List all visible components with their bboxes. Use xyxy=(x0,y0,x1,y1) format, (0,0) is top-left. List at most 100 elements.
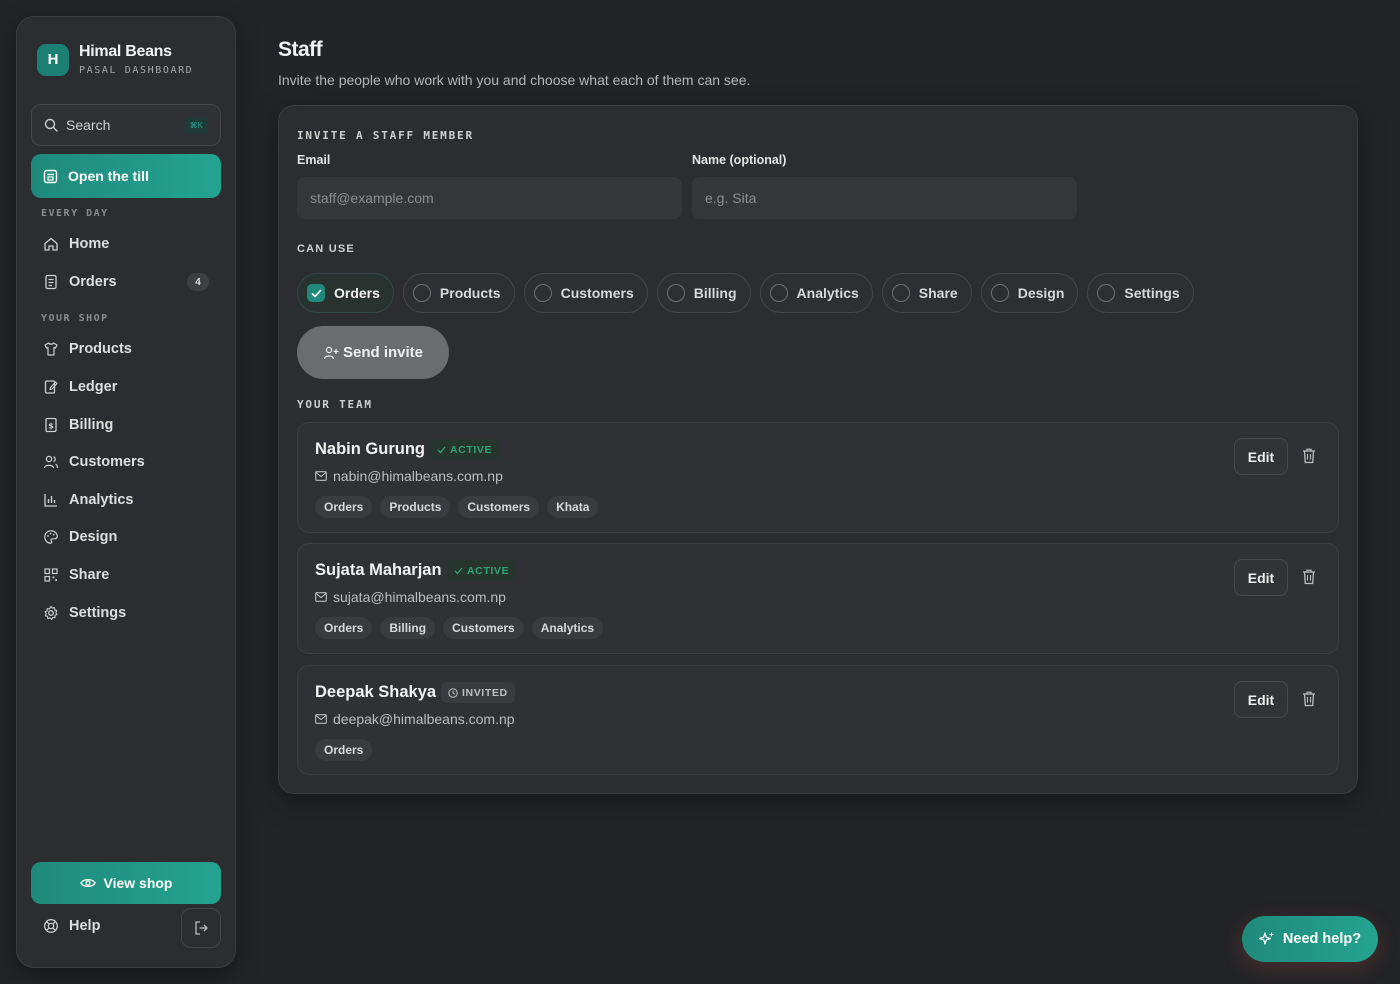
email-field[interactable] xyxy=(297,177,682,219)
checkbox-empty-icon xyxy=(533,284,552,302)
send-invite-button[interactable]: Send invite xyxy=(297,326,449,379)
permission-tag: Orders xyxy=(315,617,373,639)
check-icon xyxy=(454,567,463,575)
sidebar-item-design[interactable]: Design xyxy=(31,520,221,554)
member-name: Deepak Shakya xyxy=(315,683,437,701)
member-name: Sujata Maharjan xyxy=(315,561,442,579)
status-badge: ACTIVE xyxy=(430,439,500,460)
permission-tag: Khata xyxy=(547,496,599,518)
invite-heading: INVITE A STAFF MEMBER xyxy=(297,129,474,142)
section-every-day: EVERY DAY xyxy=(41,208,109,219)
permission-chip-orders[interactable]: Orders xyxy=(297,273,394,313)
permission-tag: Products xyxy=(380,496,451,518)
page-subtitle: Invite the people who work with you and … xyxy=(278,72,751,88)
sidebar-item-home[interactable]: Home xyxy=(31,227,221,261)
eye-icon xyxy=(79,877,96,889)
home-icon xyxy=(43,236,59,252)
section-your-shop: YOUR SHOP xyxy=(41,313,109,324)
permission-chip-share[interactable]: Share xyxy=(881,273,972,313)
sidebar-item-billing[interactable]: $ Billing xyxy=(31,408,221,442)
sidebar-item-ledger[interactable]: Ledger xyxy=(31,370,221,404)
sidebar-item-customers[interactable]: Customers xyxy=(31,445,221,479)
trash-icon[interactable] xyxy=(1301,690,1317,708)
lifebuoy-icon xyxy=(43,918,59,934)
help-link[interactable]: Help xyxy=(43,918,100,934)
need-help-label: Need help? xyxy=(1282,931,1362,947)
can-use-label: CAN USE xyxy=(297,243,355,255)
permission-chip-settings[interactable]: Settings xyxy=(1087,273,1194,313)
member-permissions: Orders xyxy=(315,739,373,761)
logout-icon xyxy=(193,920,209,936)
permission-label: Customers xyxy=(560,285,634,301)
mail-icon xyxy=(315,714,327,724)
qr-icon xyxy=(43,567,59,583)
checkbox-empty-icon xyxy=(891,284,910,302)
permission-tag: Orders xyxy=(315,739,373,761)
edit-member-button[interactable]: Edit xyxy=(1234,438,1288,475)
member-email: nabin@himalbeans.com.np xyxy=(315,468,503,484)
brand[interactable]: H Himal Beans PASAL DASHBOARD xyxy=(37,43,193,76)
member-name: Nabin Gurung xyxy=(315,440,425,458)
checkbox-empty-icon xyxy=(769,284,788,302)
sparkle-icon xyxy=(1258,931,1275,947)
sidebar-item-products[interactable]: Products xyxy=(31,332,221,366)
checkbox-empty-icon xyxy=(1097,284,1116,302)
permission-chip-analytics[interactable]: Analytics xyxy=(759,273,873,313)
mail-icon xyxy=(315,471,327,481)
gear-icon xyxy=(43,605,59,621)
member-email-text: deepak@himalbeans.com.np xyxy=(333,711,515,727)
search-shortcut: ⌘K xyxy=(184,116,208,134)
permission-chip-customers[interactable]: Customers xyxy=(523,273,648,313)
status-text: ACTIVE xyxy=(450,443,493,456)
sidebar-item-label: Customers xyxy=(69,454,145,470)
edit-member-button[interactable]: Edit xyxy=(1234,681,1288,718)
permission-tag: Customers xyxy=(458,496,540,518)
permission-label: Share xyxy=(918,285,958,301)
sidebar-item-label: Home xyxy=(69,236,110,252)
member-permissions: Orders Billing Customers Analytics xyxy=(315,617,604,639)
need-help-button[interactable]: Need help? xyxy=(1242,916,1378,962)
permission-label: Settings xyxy=(1124,285,1180,301)
brand-subtitle: PASAL DASHBOARD xyxy=(79,65,194,76)
name-field[interactable] xyxy=(692,177,1077,219)
clock-icon xyxy=(448,687,458,698)
logout-button[interactable] xyxy=(181,908,221,948)
permission-tag: Customers xyxy=(443,617,524,639)
view-shop-button[interactable]: View shop xyxy=(31,862,221,904)
sidebar-item-label: Ledger xyxy=(69,379,118,395)
permission-label: Products xyxy=(439,285,501,301)
sidebar-item-label: Design xyxy=(69,529,118,545)
svg-text:$: $ xyxy=(48,422,54,431)
team-heading: YOUR TEAM xyxy=(297,398,373,411)
sidebar-item-label: Analytics xyxy=(69,492,134,508)
status-text: ACTIVE xyxy=(467,564,510,577)
sidebar-item-settings[interactable]: Settings xyxy=(31,596,221,630)
check-icon xyxy=(437,446,446,454)
permission-chip-billing[interactable]: Billing xyxy=(656,273,751,313)
edit-member-button[interactable]: Edit xyxy=(1234,559,1288,596)
open-till-button[interactable]: Open the till xyxy=(31,154,221,198)
sidebar-item-analytics[interactable]: Analytics xyxy=(31,483,221,517)
sidebar-item-orders[interactable]: Orders 4 xyxy=(31,265,221,299)
member-email: deepak@himalbeans.com.np xyxy=(315,711,515,727)
permission-chip-design[interactable]: Design xyxy=(980,273,1079,313)
shirt-icon xyxy=(43,341,59,357)
brand-logo: H xyxy=(37,43,69,76)
permission-tag: Analytics xyxy=(531,617,604,639)
member-email-text: sujata@himalbeans.com.np xyxy=(333,589,506,605)
permission-chip-products[interactable]: Products xyxy=(402,273,515,313)
users-icon xyxy=(43,454,59,470)
permission-tag: Orders xyxy=(315,496,373,518)
palette-icon xyxy=(43,529,59,545)
status-text: INVITED xyxy=(462,686,508,699)
help-label: Help xyxy=(69,918,101,934)
sidebar-item-label: Settings xyxy=(69,605,127,621)
billing-icon: $ xyxy=(43,417,59,433)
team-member-card: Nabin Gurung ACTIVE nabin@himalbeans.com… xyxy=(297,422,1339,533)
trash-icon[interactable] xyxy=(1301,447,1317,465)
trash-icon[interactable] xyxy=(1301,568,1317,586)
sidebar-item-share[interactable]: Share xyxy=(31,558,221,592)
permission-label: Design xyxy=(1017,285,1065,301)
member-permissions: Orders Products Customers Khata xyxy=(315,496,599,518)
search-button[interactable]: Search ⌘K xyxy=(31,104,221,146)
